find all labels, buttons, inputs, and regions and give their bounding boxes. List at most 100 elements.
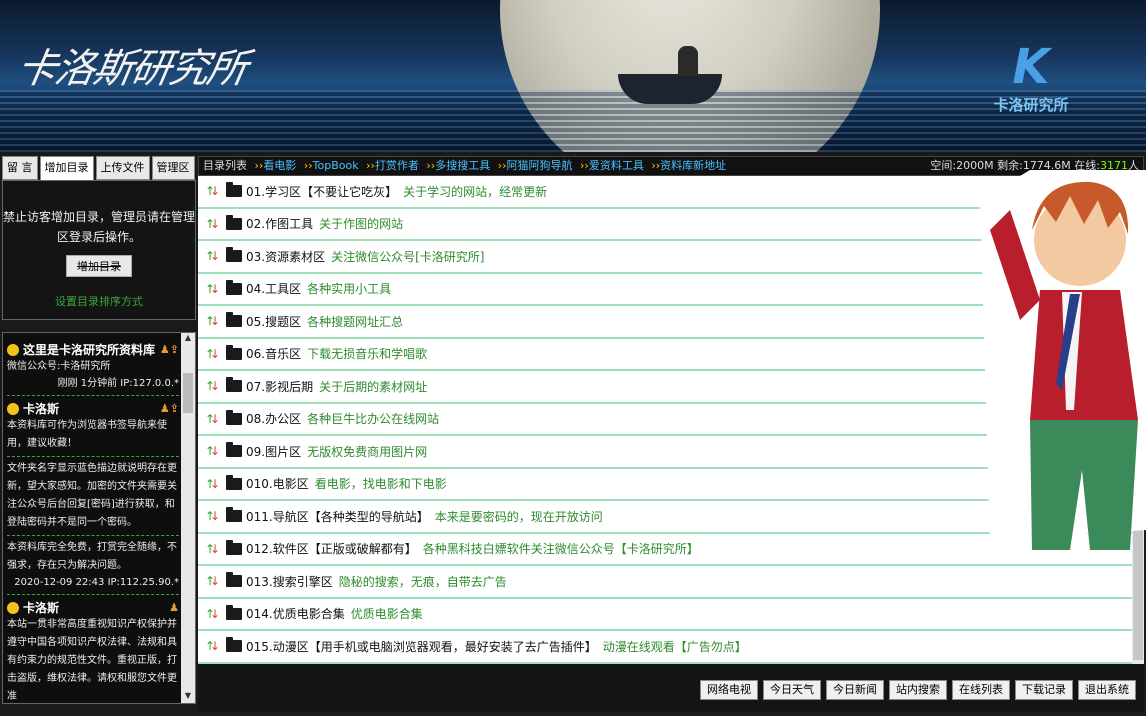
bottom-bar: 网络电视 今日天气 今日新闻 站内搜索 在线列表 下载记录 退出系统 — [198, 664, 1144, 712]
folder-description: 关于作图的网站 — [319, 217, 404, 232]
folder-icon — [226, 539, 242, 555]
folder-description: 下载无损音乐和学唱歌 — [307, 347, 428, 362]
folder-name[interactable]: 06.音乐区 — [246, 345, 301, 362]
online-list-button[interactable]: 在线列表 — [952, 680, 1010, 700]
folder-name[interactable]: 015.动漫区【用手机或电脑浏览器观看，最好安装了去广告插件】 — [246, 638, 597, 655]
folder-name[interactable]: 04.工具区 — [246, 280, 301, 297]
folder-icon — [226, 247, 242, 263]
directory-row[interactable]: ↑ ↓ 06.音乐区 下载无损音乐和学唱歌 — [198, 339, 1132, 371]
directory-row[interactable]: ↑ ↓ 011.导航区【各种类型的导航站】 本来是要密码的，现在开放访问 — [198, 501, 1132, 534]
sort-arrows-icon[interactable]: ↑ ↓ — [205, 476, 220, 492]
folder-name[interactable]: 09.图片区 — [246, 443, 301, 460]
sort-arrows-icon[interactable]: ↑ ↓ — [205, 183, 220, 199]
folder-name[interactable]: 013.搜索引擎区 — [246, 573, 333, 590]
network-tv-button[interactable]: 网络电视 — [700, 680, 758, 700]
folder-name[interactable]: 010.电影区 — [246, 475, 309, 492]
folder-icon — [226, 182, 242, 198]
scroll-down-icon[interactable]: ▼ — [181, 691, 195, 703]
sort-arrows-icon[interactable]: ↑ ↓ — [205, 443, 220, 459]
space-stats: 空间:2000M 剩余:1774.6M 在线:3171人 — [930, 157, 1139, 175]
tab-admin[interactable]: 管理区 — [151, 156, 195, 180]
folder-description: 各种实用小工具 — [307, 282, 392, 297]
tab-upload-file[interactable]: 上传文件 — [95, 156, 150, 180]
directory-scrollbar[interactable] — [1132, 176, 1144, 664]
nav-arrow: ›› — [580, 159, 589, 172]
nav-link[interactable]: 爱资料工具 — [589, 159, 644, 172]
sort-arrows-icon[interactable]: ↑ ↓ — [205, 313, 220, 329]
sort-arrows-icon[interactable]: ↑ ↓ — [205, 573, 220, 589]
add-directory-notice: 禁止访客增加目录，管理员请在管理区登录后操作。 增加目录 设置目录排序方式 — [2, 180, 196, 320]
folder-name[interactable]: 08.办公区 — [246, 410, 301, 427]
download-log-button[interactable]: 下载记录 — [1015, 680, 1073, 700]
directory-nav-bar: 目录列表 ››看电影 ››TopBook ››打赏作者 ››多搜搜工具 ››阿猫… — [198, 156, 1144, 176]
directory-row[interactable]: ↑ ↓ 012.软件区【正版或破解都有】 各种黑科技白嫖软件关注微信公众号【卡洛研究所… — [198, 534, 1132, 566]
nav-link[interactable]: TopBook — [313, 159, 359, 172]
sort-arrows-icon[interactable]: ↑ ↓ — [205, 541, 220, 557]
tab-add-directory[interactable]: 增加目录 — [39, 156, 94, 180]
directory-row[interactable]: ↑ ↓ 08.办公区 各种巨牛比办公在线网站 — [198, 404, 1132, 436]
directory-row[interactable]: ↑ ↓ 05.搜题区 各种搜题网址汇总 — [198, 306, 1132, 339]
folder-icon — [226, 409, 242, 425]
folder-name[interactable]: 03.资源素材区 — [246, 248, 325, 265]
directory-row[interactable]: ↑ ↓ 015.动漫区【用手机或电脑浏览器观看，最好安装了去广告插件】 动漫在线观看【… — [198, 631, 1132, 664]
message-scrollbar[interactable]: ▲ ▼ — [181, 333, 195, 703]
folder-name[interactable]: 012.软件区【正版或破解都有】 — [246, 540, 417, 557]
sort-arrows-icon[interactable]: ↑ ↓ — [205, 638, 220, 654]
sort-arrows-icon[interactable]: ↑ ↓ — [205, 216, 220, 232]
add-directory-button[interactable]: 增加目录 — [66, 255, 132, 277]
online-count: 3171 — [1100, 159, 1128, 172]
scroll-thumb[interactable] — [1133, 190, 1143, 660]
sort-arrows-icon[interactable]: ↑ ↓ — [205, 411, 220, 427]
directory-row[interactable]: ↑ ↓ 010.电影区 看电影，找电影和下电影 — [198, 469, 1132, 501]
folder-name[interactable]: 07.影视后期 — [246, 378, 313, 395]
tab-message[interactable]: 留 言 — [2, 156, 38, 180]
message-body: 本站一贯非常高度重视知识产权保护并遵守中国各项知识产权法律、法规和具有约束力的规… — [7, 619, 177, 702]
nav-link[interactable]: 看电影 — [263, 159, 296, 172]
sort-arrows-icon[interactable]: ↑ ↓ — [205, 378, 220, 394]
site-search-button[interactable]: 站内搜索 — [889, 680, 947, 700]
sort-arrows-icon[interactable]: ↑ ↓ — [205, 606, 220, 622]
folder-name[interactable]: 02.作图工具 — [246, 215, 313, 232]
user-icon[interactable]: ♟ — [169, 601, 179, 614]
directory-row[interactable]: ↑ ↓ 04.工具区 各种实用小工具 — [198, 274, 1132, 306]
folder-name[interactable]: 01.学习区【不要让它吃灰】 — [246, 183, 397, 200]
folder-description: 动漫在线观看【广告勿点】 — [602, 639, 747, 654]
smile-icon — [7, 601, 19, 614]
directory-row[interactable]: ↑ ↓ 01.学习区【不要让它吃灰】 关于学习的网站，经常更新 — [198, 176, 1132, 209]
nav-arrow: ›› — [497, 159, 507, 172]
folder-icon — [226, 214, 242, 230]
logo-text: 卡洛研究所 — [993, 96, 1069, 114]
directory-row[interactable]: ↑ ↓ 013.搜索引擎区 隐秘的搜索，无痕，自带去广告 — [198, 566, 1132, 599]
sort-arrows-icon[interactable]: ↑ ↓ — [205, 508, 220, 524]
sort-arrows-icon[interactable]: ↑ ↓ — [205, 346, 220, 362]
nav-arrow: ›› — [651, 159, 661, 172]
nav-link[interactable]: 资料库新地址 — [660, 159, 726, 172]
logo-letter: K — [1012, 39, 1050, 95]
folder-name[interactable]: 05.搜题区 — [246, 313, 301, 330]
directory-row[interactable]: ↑ ↓ 02.作图工具 关于作图的网站 — [198, 209, 1132, 241]
directory-row[interactable]: ↑ ↓ 09.图片区 无版权免费商用图片网 — [198, 436, 1132, 469]
directory-row[interactable]: ↑ ↓ 03.资源素材区 关注微信公众号[卡洛研究所] — [198, 241, 1132, 274]
directory-row[interactable]: ↑ ↓ 014.优质电影合集 优质电影合集 — [198, 599, 1132, 631]
nav-link[interactable]: 多搜搜工具 — [435, 159, 490, 172]
folder-name[interactable]: 011.导航区【各种类型的导航站】 — [246, 508, 429, 525]
weather-button[interactable]: 今日天气 — [763, 680, 821, 700]
folder-name[interactable]: 014.优质电影合集 — [246, 605, 345, 622]
folder-description: 隐秘的搜索，无痕，自带去广告 — [338, 574, 507, 589]
scroll-up-icon[interactable]: ▲ — [181, 333, 195, 345]
scroll-thumb[interactable] — [183, 373, 193, 413]
folder-description: 各种搜题网址汇总 — [307, 314, 404, 329]
message-author: 这里是卡洛研究所资料库 — [23, 343, 156, 357]
sort-arrows-icon[interactable]: ↑ ↓ — [205, 281, 220, 297]
logout-button[interactable]: 退出系统 — [1078, 680, 1136, 700]
boat-image — [618, 74, 722, 104]
news-button[interactable]: 今日新闻 — [826, 680, 884, 700]
user-reply-icon[interactable]: ♟⇪ — [160, 402, 179, 415]
directory-row[interactable]: ↑ ↓ 07.影视后期 关于后期的素材网址 — [198, 371, 1132, 404]
sort-arrows-icon[interactable]: ↑ ↓ — [205, 248, 220, 264]
nav-link[interactable]: 阿猫阿狗导航 — [507, 159, 573, 172]
nav-link[interactable]: 打赏作者 — [375, 159, 419, 172]
folder-icon — [226, 442, 242, 458]
sort-settings-link[interactable]: 设置目录排序方式 — [3, 293, 195, 309]
user-reply-icon[interactable]: ♟⇪ — [160, 343, 179, 356]
